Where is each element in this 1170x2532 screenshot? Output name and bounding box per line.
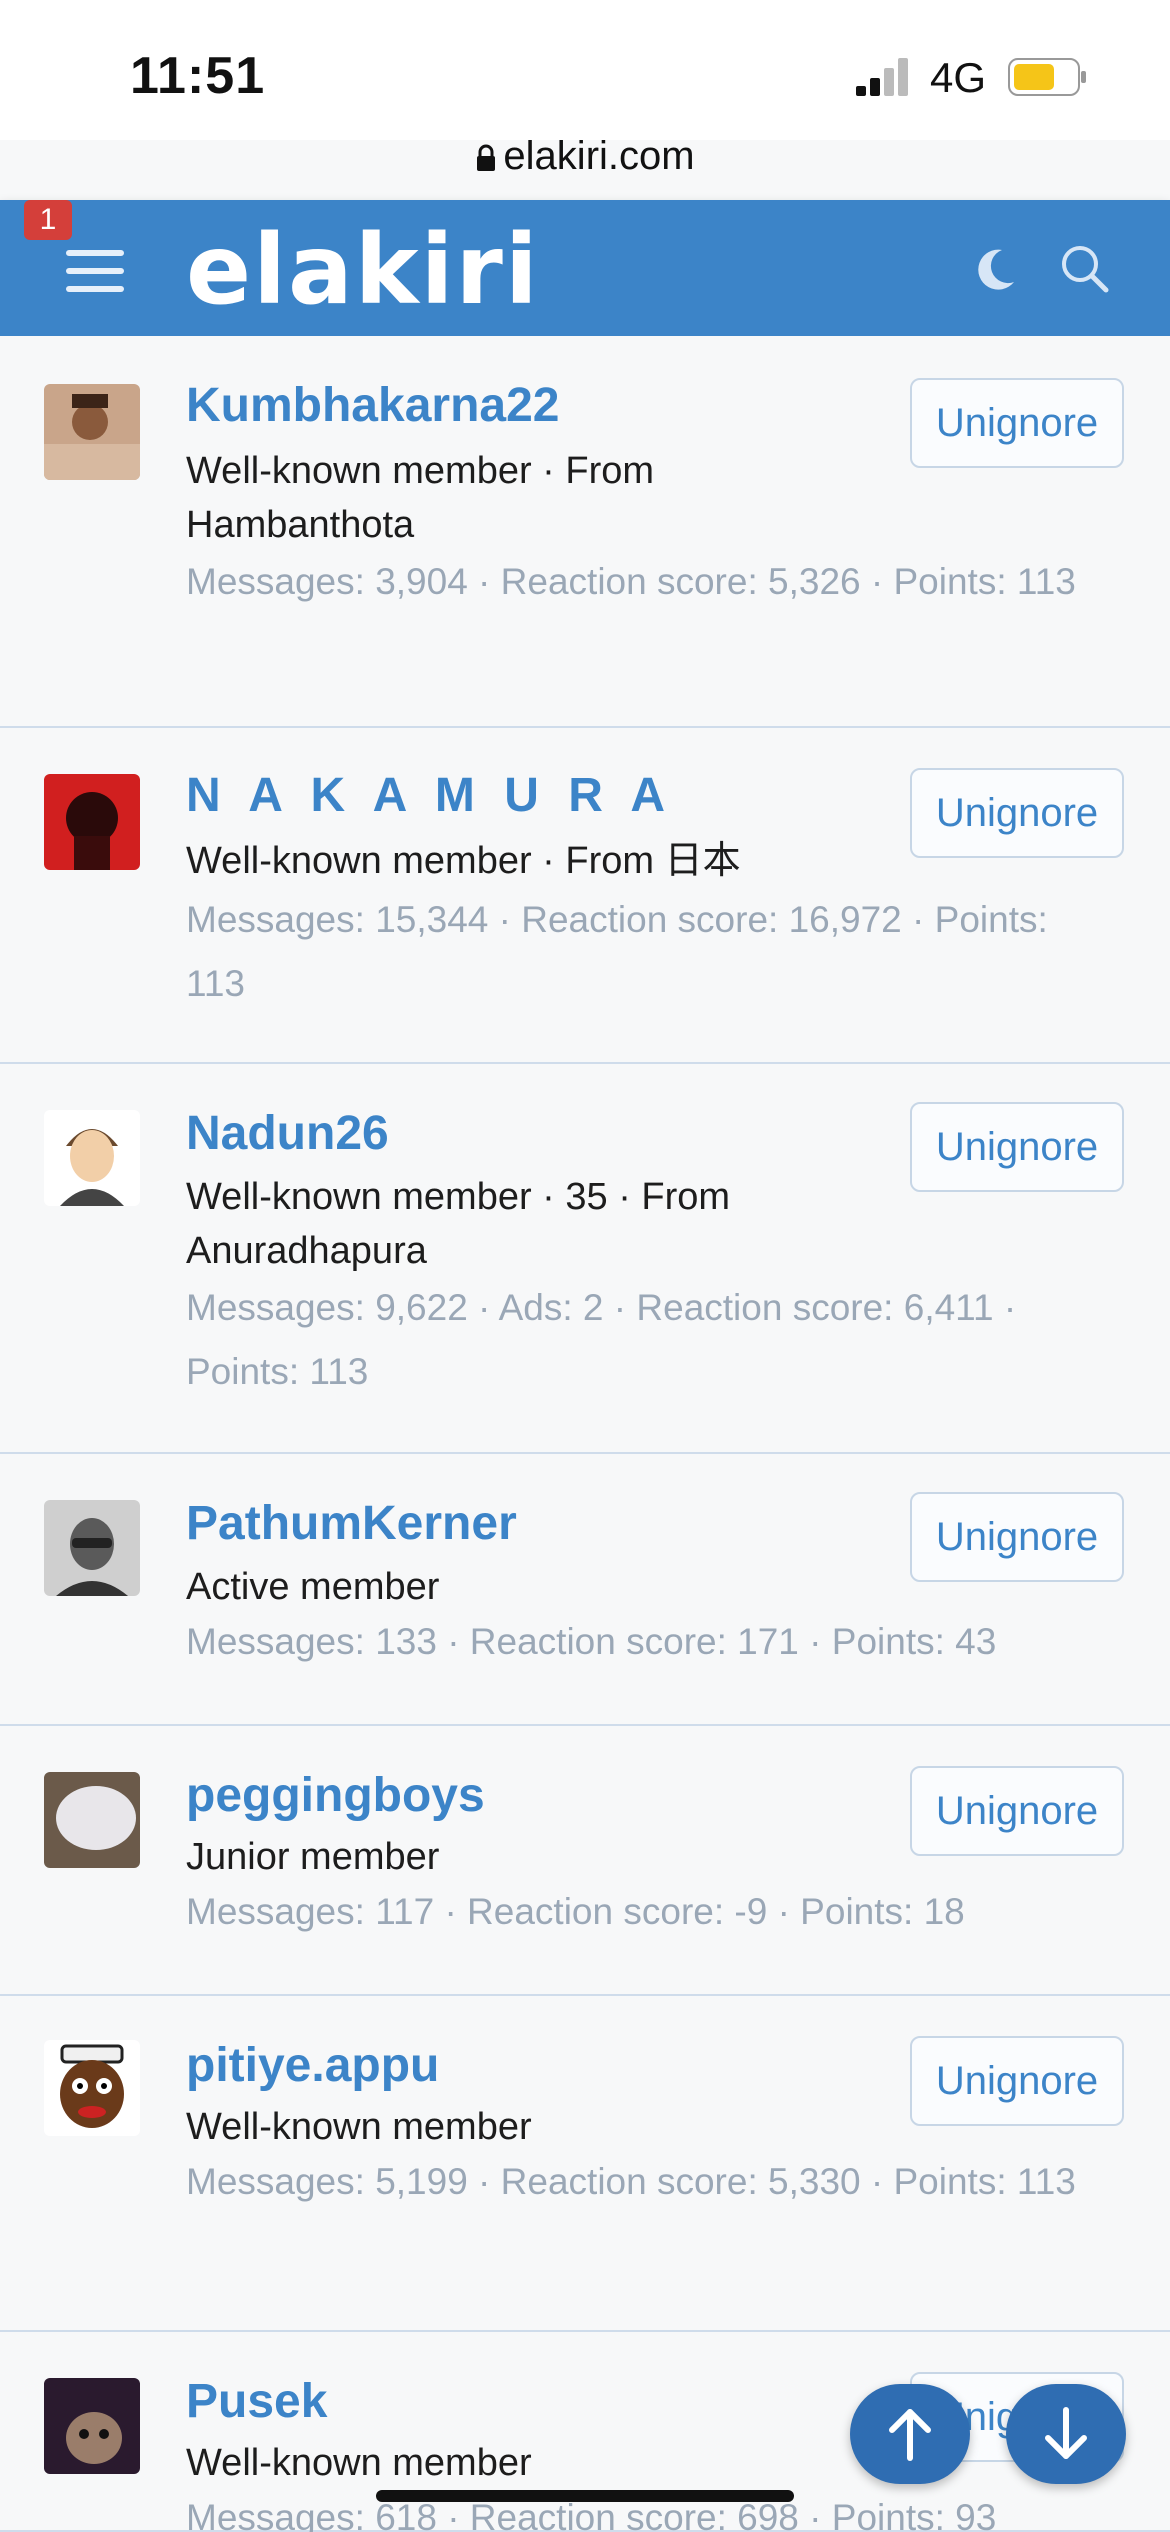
ignored-members-list: Kumbhakarna22 Well-known member · From H… bbox=[0, 336, 1170, 2532]
list-item: N A K A M U R A Well-known member · From… bbox=[0, 728, 1170, 1064]
hamburger-line bbox=[66, 268, 124, 274]
arrow-up-icon bbox=[889, 2409, 931, 2461]
signal-icon bbox=[856, 58, 908, 96]
member-info: Well-known member · 35 · From Anuradhapu… bbox=[186, 1176, 731, 1272]
unignore-button[interactable]: Unignore bbox=[910, 768, 1124, 858]
notification-badge[interactable]: 1 bbox=[24, 200, 72, 240]
status-time: 11:51 bbox=[130, 47, 266, 105]
list-item: PathumKerner Active member Messages: 133… bbox=[0, 1454, 1170, 1726]
unignore-button[interactable]: Unignore bbox=[910, 1492, 1124, 1582]
unignore-button[interactable]: Unignore bbox=[910, 2036, 1124, 2126]
member-name[interactable]: pitiye.appu bbox=[186, 2038, 439, 2093]
hamburger-line bbox=[66, 286, 124, 292]
avatar[interactable] bbox=[44, 2040, 140, 2136]
member-info: Active member bbox=[186, 1566, 440, 1608]
lock-icon bbox=[477, 144, 496, 172]
list-item: pitiye.appu Well-known member Messages: … bbox=[0, 1996, 1170, 2332]
member-name[interactable]: Kumbhakarna22 bbox=[186, 378, 559, 433]
url-text: elakiri.com bbox=[503, 134, 695, 178]
menu-button[interactable] bbox=[60, 242, 132, 296]
member-stats: Messages: 117 · Reaction score: -9 · Poi… bbox=[186, 1891, 965, 1932]
unignore-button[interactable]: Unignore bbox=[910, 378, 1124, 468]
scroll-down-button[interactable] bbox=[1006, 2384, 1126, 2484]
member-stats: Messages: 9,622 · Ads: 2 · Reaction scor… bbox=[186, 1287, 1017, 1392]
member-name[interactable]: Nadun26 bbox=[186, 1106, 389, 1161]
arrow-down-icon bbox=[1045, 2407, 1087, 2459]
member-stats: Messages: 133 · Reaction score: 171 · Po… bbox=[186, 1621, 997, 1662]
avatar[interactable] bbox=[44, 1500, 140, 1596]
network-label: 4G bbox=[930, 54, 987, 101]
list-item: Nadun26 Well-known member · 35 · From An… bbox=[0, 1064, 1170, 1454]
member-info: Well-known member bbox=[186, 2106, 532, 2148]
list-item: peggingboys Junior member Messages: 117 … bbox=[0, 1726, 1170, 1996]
battery-icon bbox=[1008, 58, 1086, 96]
unignore-button[interactable]: Unignore bbox=[910, 1102, 1124, 1192]
list-item: Pusek Well-known member Messages: 618 · … bbox=[0, 2332, 1170, 2532]
avatar[interactable] bbox=[44, 774, 140, 870]
hamburger-icon bbox=[66, 250, 124, 256]
site-logo[interactable]: elakiri bbox=[186, 220, 540, 320]
home-indicator bbox=[376, 2490, 794, 2502]
member-stats: Messages: 15,344 · Reaction score: 16,97… bbox=[186, 899, 1048, 1004]
member-name[interactable]: N A K A M U R A bbox=[186, 768, 673, 823]
member-name[interactable]: peggingboys bbox=[186, 1768, 485, 1823]
avatar[interactable] bbox=[44, 2378, 140, 2474]
avatar[interactable] bbox=[44, 1772, 140, 1868]
member-name[interactable]: PathumKerner bbox=[186, 1496, 517, 1551]
list-item: Kumbhakarna22 Well-known member · From H… bbox=[0, 336, 1170, 728]
member-stats: Messages: 3,904 · Reaction score: 5,326 … bbox=[186, 561, 1076, 602]
search-icon[interactable] bbox=[1058, 242, 1112, 296]
moon-icon[interactable] bbox=[970, 244, 1020, 294]
member-info: Well-known member bbox=[186, 2442, 532, 2484]
status-bar: 11:51 4G elakiri.com bbox=[0, 0, 1170, 178]
site-header: 1 elakiri bbox=[0, 200, 1170, 336]
scroll-up-button[interactable] bbox=[850, 2384, 970, 2484]
member-stats: Messages: 5,199 · Reaction score: 5,330 … bbox=[186, 2161, 1076, 2202]
member-info: Well-known member · From 日本 bbox=[186, 840, 741, 882]
member-info: Well-known member · From Hambanthota bbox=[186, 450, 655, 546]
member-name[interactable]: Pusek bbox=[186, 2374, 327, 2429]
address-bar[interactable]: elakiri.com bbox=[0, 134, 1170, 194]
avatar[interactable] bbox=[44, 384, 140, 480]
unignore-button[interactable]: Unignore bbox=[910, 1766, 1124, 1856]
member-info: Junior member bbox=[186, 1836, 440, 1878]
avatar[interactable] bbox=[44, 1110, 140, 1206]
